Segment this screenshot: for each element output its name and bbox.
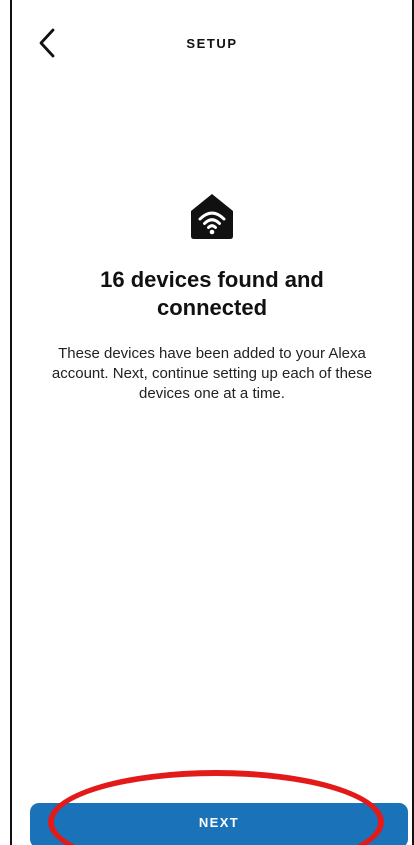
headline: 16 devices found and connected	[100, 267, 324, 320]
next-button-label: NEXT	[198, 815, 240, 830]
description-text: These devices have been added to your Al…	[51, 345, 373, 402]
frame-left-border	[10, 0, 12, 845]
main-content: 16 devices found and connected These dev…	[12, 192, 412, 404]
top-bar: SETUP	[12, 0, 412, 82]
page-title: SETUP	[186, 36, 238, 51]
next-button[interactable]: NEXT	[30, 803, 408, 845]
setup-screen: SETUP 16 devices found and connected The…	[0, 0, 414, 845]
home-wifi-icon	[191, 194, 233, 239]
